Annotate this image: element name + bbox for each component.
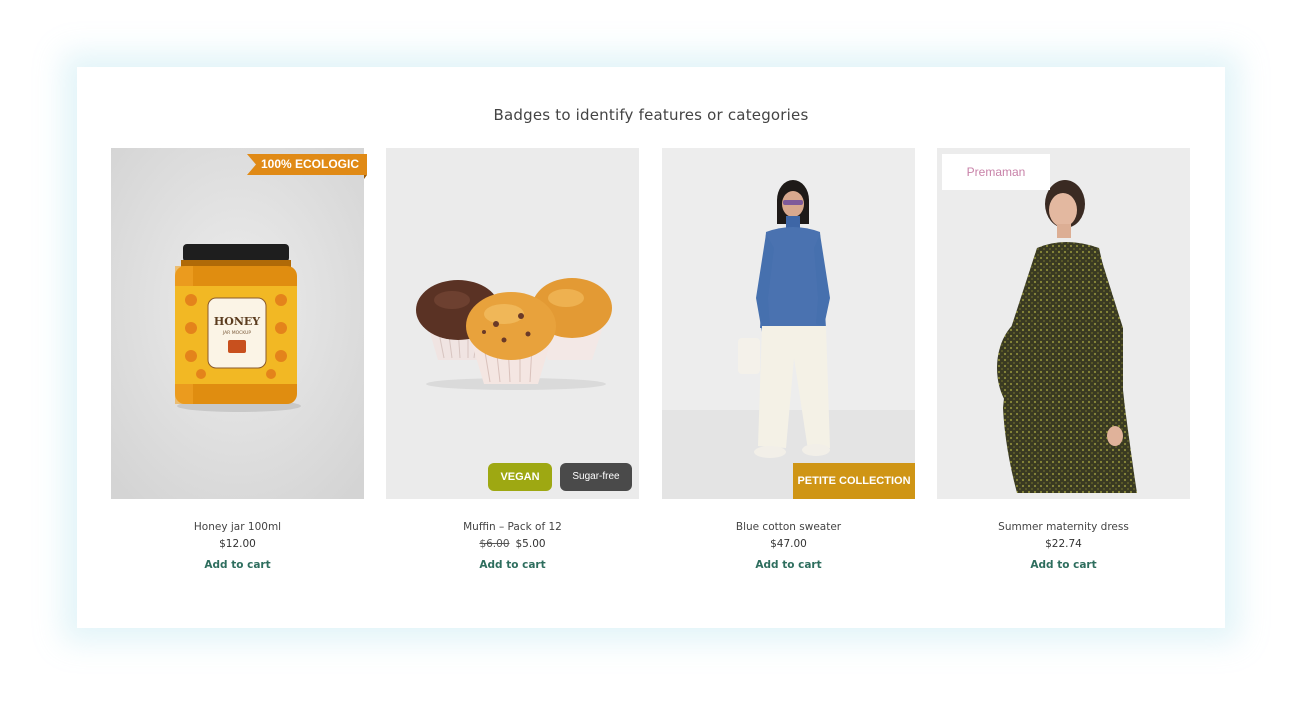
woman-blue-sweater-image xyxy=(662,148,915,499)
badge-premaman: Premaman xyxy=(942,154,1050,190)
product-card-honey: HONEY JAR MOCKUP 100% ECOLOGIC Honey jar… xyxy=(111,148,367,571)
current-price: $12.00 xyxy=(219,538,256,550)
product-image-sweater[interactable]: PETITE COLLECTION xyxy=(662,148,915,499)
product-card-maternity-dress: Premaman Summer maternity dress $22.74 A… xyxy=(937,148,1190,571)
product-card-sweater: PETITE COLLECTION Blue cotton sweater $4… xyxy=(662,148,915,571)
badge-sugar-free: Sugar-free xyxy=(560,463,632,491)
add-to-cart-button[interactable]: Add to cart xyxy=(111,559,364,571)
section-heading: Badges to identify features or categorie… xyxy=(493,106,809,124)
product-image-muffin[interactable]: VEGAN Sugar-free xyxy=(386,148,639,499)
add-to-cart-button[interactable]: Add to cart xyxy=(386,559,639,571)
product-price: $12.00 xyxy=(111,538,364,550)
jar-label-title: HONEY xyxy=(214,315,260,328)
badge-fold-decoration xyxy=(364,175,367,179)
product-name[interactable]: Muffin – Pack of 12 xyxy=(386,521,639,533)
woman-maternity-dress-image xyxy=(937,148,1190,499)
jar-label-subtitle: JAR MOCKUP xyxy=(222,330,252,336)
honey-jar-image: HONEY JAR MOCKUP xyxy=(111,148,364,499)
product-name[interactable]: Honey jar 100ml xyxy=(111,521,364,533)
product-price: $22.74 xyxy=(937,538,1190,550)
product-name[interactable]: Blue cotton sweater xyxy=(662,521,915,533)
badge-petite-collection: PETITE COLLECTION xyxy=(793,463,915,499)
product-name[interactable]: Summer maternity dress xyxy=(937,521,1190,533)
badge-100-ecologic: 100% ECOLOGIC xyxy=(246,154,367,175)
current-price: $22.74 xyxy=(1045,538,1082,550)
product-image-maternity-dress[interactable]: Premaman xyxy=(937,148,1190,499)
product-price: $47.00 xyxy=(662,538,915,550)
product-showcase-card: Badges to identify features or categorie… xyxy=(77,67,1225,628)
add-to-cart-button[interactable]: Add to cart xyxy=(937,559,1190,571)
add-to-cart-button[interactable]: Add to cart xyxy=(662,559,915,571)
product-card-muffin: VEGAN Sugar-free Muffin – Pack of 12 $6.… xyxy=(386,148,639,571)
current-price: $47.00 xyxy=(770,538,807,550)
original-price: $6.00 xyxy=(479,538,510,550)
product-image-honey[interactable]: HONEY JAR MOCKUP 100% ECOLOGIC xyxy=(111,148,367,499)
muffins-image xyxy=(386,148,639,499)
sale-price: $5.00 xyxy=(515,538,546,550)
product-price: $6.00 $5.00 xyxy=(386,538,639,550)
badge-vegan: VEGAN xyxy=(488,463,552,491)
